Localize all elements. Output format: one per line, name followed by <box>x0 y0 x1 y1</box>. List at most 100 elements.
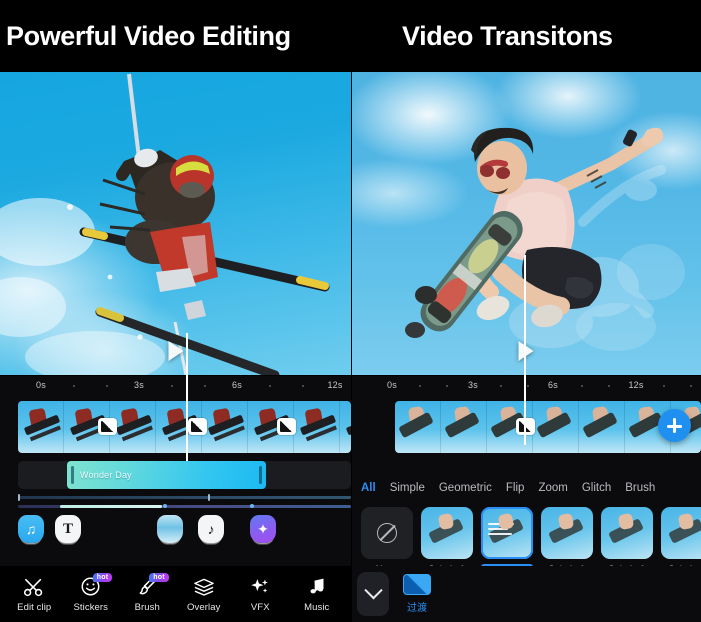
toolbar-item-music[interactable]: Music <box>292 576 342 613</box>
track-dot[interactable] <box>250 504 254 508</box>
right-filmstrip[interactable] <box>395 401 701 453</box>
toolbar-item-brush[interactable]: hot Brush <box>122 572 172 613</box>
tab-flip[interactable]: Flip <box>506 482 525 494</box>
transition-icon <box>191 421 204 432</box>
left-filmstrip-wrap[interactable] <box>0 401 351 453</box>
transition-thumb[interactable] <box>421 507 473 559</box>
transition-marker[interactable] <box>98 418 117 435</box>
element-music-note-1[interactable]: ♫ <box>18 515 44 543</box>
transition-icon <box>403 574 431 595</box>
ruler-tick: 6s <box>232 380 242 390</box>
bottom-toolbar: Edit clip hot Stickers hot Brush Overlay… <box>0 566 351 622</box>
tab-brush[interactable]: Brush <box>625 482 655 494</box>
tab-zoom[interactable]: Zoom <box>538 482 567 494</box>
left-timeline-ruler[interactable]: 0s 3s 6s 12s <box>0 375 351 395</box>
ruler-dot <box>500 385 502 387</box>
element-music-note-2[interactable]: ♪ <box>198 515 224 543</box>
right-play-button[interactable] <box>518 341 534 361</box>
track-row-effect[interactable] <box>18 504 351 509</box>
filmstrip-frame[interactable] <box>340 401 351 453</box>
toolbar-label: Brush <box>134 601 160 613</box>
ruler-dot <box>419 385 421 387</box>
left-track-lines <box>18 494 351 512</box>
music-note-icon <box>307 576 327 598</box>
left-play-button[interactable] <box>168 341 183 361</box>
filmstrip-frame[interactable] <box>202 401 248 453</box>
element-photo[interactable] <box>157 515 183 543</box>
ruler-dot <box>527 385 529 387</box>
music-note-icon: ♪ <box>207 521 215 537</box>
filmstrip-frame[interactable] <box>18 401 64 453</box>
toolbar-label: VFX <box>250 601 270 613</box>
left-panel: Powerful Video Editing 0s 3s 6s 12s Wond… <box>0 0 351 622</box>
filmstrip-frame[interactable] <box>579 401 625 453</box>
collapse-panel-button[interactable] <box>357 572 389 616</box>
ruler-dot <box>269 385 271 387</box>
toolbar-label: Edit clip <box>17 601 52 613</box>
toolbar-item-vfx[interactable]: VFX <box>235 576 285 613</box>
spin-overlay-icon <box>488 523 518 537</box>
ruler-dot <box>73 385 75 387</box>
toolbar-label: Overlay <box>187 601 221 613</box>
transition-thumb-selected[interactable] <box>481 507 533 559</box>
ruler-dot <box>106 385 108 387</box>
track-fill[interactable] <box>60 505 162 508</box>
transition-marker[interactable] <box>277 418 296 435</box>
panel-divider <box>351 0 352 622</box>
ruler-tick: 12s <box>628 380 644 390</box>
left-element-icons: ♫ T ♪ ✦ <box>18 515 351 549</box>
filmstrip-frame[interactable] <box>294 401 340 453</box>
right-video-preview[interactable] <box>351 72 701 375</box>
right-panel: Video Transitons 0s 3s 6s 12s All Simple… <box>351 0 701 622</box>
tab-geometric[interactable]: Geometric <box>439 482 492 494</box>
left-text-lane[interactable]: Wonder Day <box>18 461 351 489</box>
ruler-dot <box>171 385 173 387</box>
layers-icon <box>193 576 215 598</box>
ruler-tick: 12s <box>327 380 343 390</box>
hot-badge: hot <box>92 572 113 582</box>
toolbar-item-edit-clip[interactable]: Edit clip <box>9 576 59 613</box>
toolbar-label: Music <box>304 601 330 613</box>
transition-thumb[interactable] <box>601 507 653 559</box>
ruler-dot <box>446 385 448 387</box>
ruler-dot <box>204 385 206 387</box>
text-clip-wonder-day[interactable]: Wonder Day <box>67 461 266 489</box>
element-text[interactable]: T <box>55 515 81 543</box>
text-clip-label: Wonder Day <box>80 470 132 480</box>
clip-handle-right[interactable] <box>259 466 262 484</box>
track-row-audio[interactable] <box>18 494 351 501</box>
filmstrip-frame[interactable] <box>395 401 441 453</box>
track-nub[interactable] <box>208 494 210 501</box>
toolbar-item-overlay[interactable]: Overlay <box>179 576 229 613</box>
chevron-down-icon <box>363 580 383 599</box>
tab-all[interactable]: All <box>361 482 376 494</box>
toolbar-item-stickers[interactable]: hot Stickers <box>66 572 116 613</box>
filmstrip-frame[interactable] <box>441 401 487 453</box>
transition-thumb[interactable] <box>541 507 593 559</box>
hot-badge: hot <box>149 572 169 582</box>
add-clip-button[interactable] <box>658 409 691 442</box>
element-sparkle[interactable]: ✦ <box>250 515 276 543</box>
tab-simple[interactable]: Simple <box>390 482 425 494</box>
toolbar-label: Stickers <box>73 601 109 613</box>
track-nub[interactable] <box>18 494 20 501</box>
filmstrip-frame[interactable] <box>533 401 579 453</box>
left-filmstrip[interactable] <box>18 401 351 453</box>
transition-thumb[interactable] <box>361 507 413 559</box>
ruler-tick: 3s <box>468 380 478 390</box>
ruler-tick: 6s <box>548 380 558 390</box>
ruler-tick: 0s <box>387 380 397 390</box>
skateboarder-figure <box>405 127 685 351</box>
transition-marker[interactable] <box>188 418 207 435</box>
transition-marker[interactable] <box>516 418 535 435</box>
tab-glitch[interactable]: Glitch <box>582 482 611 494</box>
transition-thumb[interactable] <box>661 507 701 559</box>
clip-handle-left[interactable] <box>71 466 74 484</box>
transition-icon <box>519 421 532 432</box>
track-dot[interactable] <box>163 504 167 508</box>
right-timeline-ruler[interactable]: 0s 3s 6s 12s <box>351 375 701 395</box>
app-root: Powerful Video Editing 0s 3s 6s 12s Wond… <box>0 0 701 622</box>
left-video-preview[interactable] <box>0 72 351 375</box>
sheet-tool-transition[interactable]: 过渡 <box>403 574 431 614</box>
right-filmstrip-wrap[interactable] <box>351 401 701 453</box>
